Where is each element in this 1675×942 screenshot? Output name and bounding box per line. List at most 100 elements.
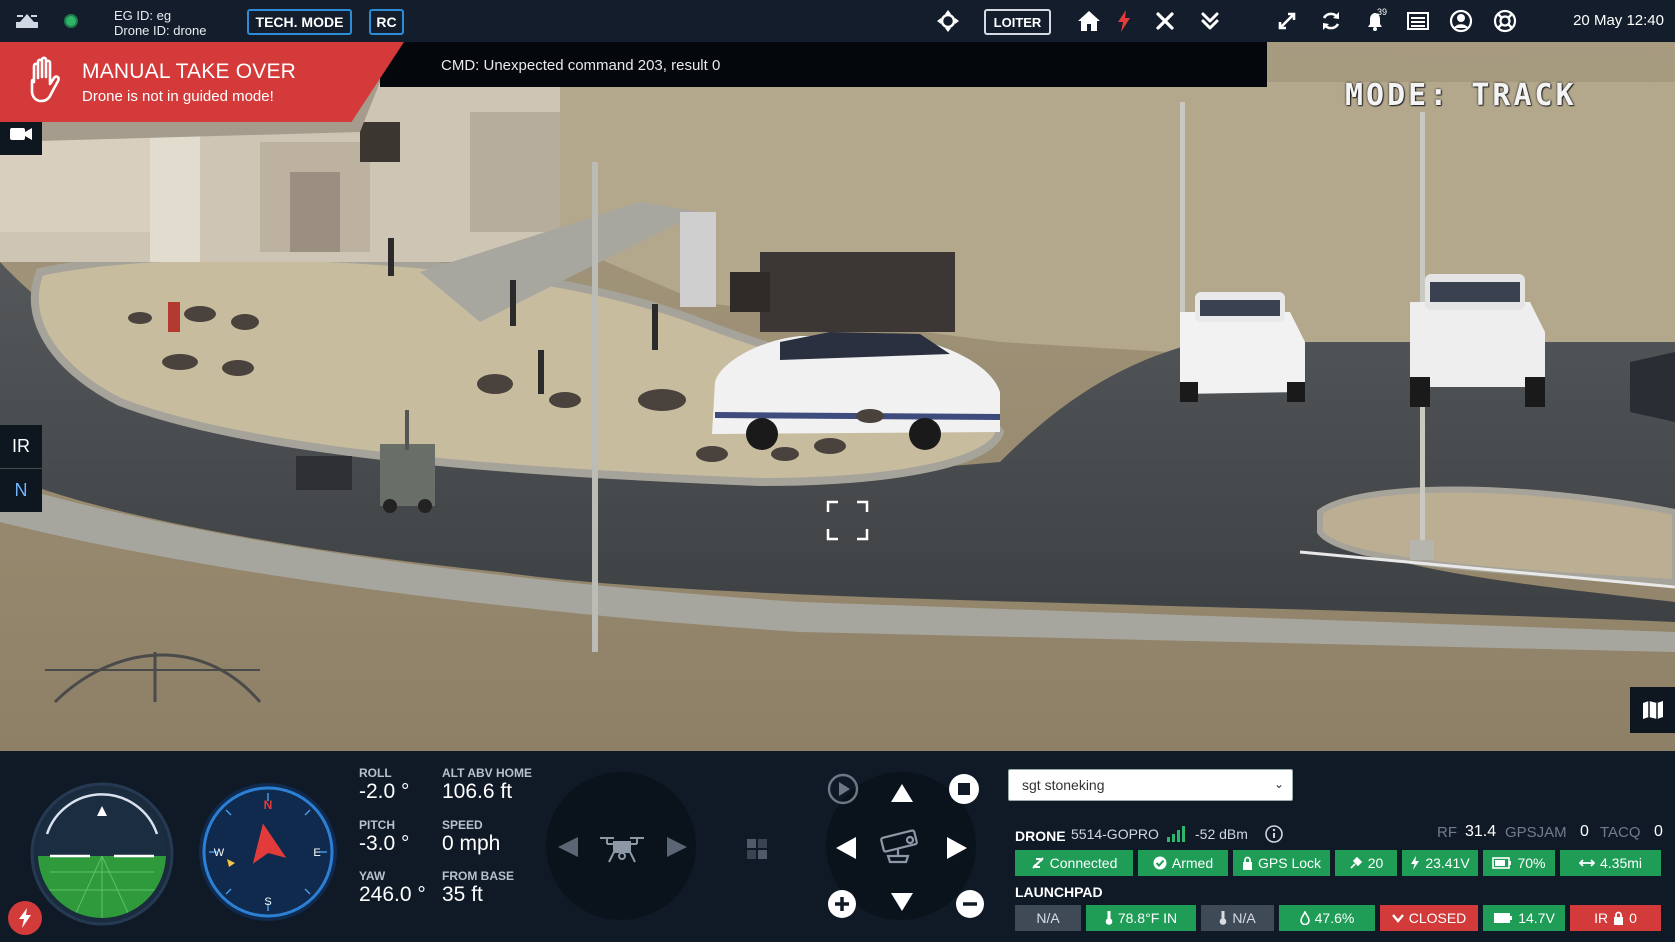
signal-dbm: -52 dBm	[1195, 826, 1248, 842]
mode-track-overlay: MODE: TRACK	[1345, 78, 1577, 113]
compass: N E S W	[199, 783, 337, 921]
gpsjam-value: 0	[1580, 823, 1589, 840]
launchpad-state-text: CLOSED	[1408, 910, 1467, 926]
gimbal-camera-icon	[880, 829, 918, 864]
drone-identity: EG ID: eg Drone ID: drone	[114, 8, 207, 38]
messages-button[interactable]	[1405, 9, 1431, 33]
distance-text: 4.35mi	[1599, 855, 1643, 871]
ir-toggle-button[interactable]: IR	[0, 425, 42, 468]
tacq-value: 0	[1654, 823, 1663, 840]
move-arrows-icon	[937, 10, 959, 32]
video-feed[interactable]: MODE: TRACK IR N	[0, 42, 1675, 751]
arrow-left-icon	[558, 837, 578, 857]
signal-strength-icon	[1167, 826, 1185, 842]
arrow-right-icon	[667, 837, 687, 857]
close-icon	[1156, 12, 1174, 30]
distance-arrows-icon	[1578, 859, 1595, 867]
top-bar: EG ID: eg Drone ID: drone TECH. MODE RC …	[0, 0, 1675, 42]
loiter-button[interactable]: LOITER	[984, 9, 1051, 35]
stop-button[interactable]	[948, 773, 980, 805]
user-icon	[1449, 9, 1473, 33]
battery-icon	[1492, 857, 1512, 869]
command-status-text: CMD: Unexpected command 203, result 0	[441, 57, 721, 74]
from-base-value: 35 ft	[442, 883, 483, 906]
hand-stop-icon	[30, 56, 60, 103]
link-icon	[1031, 857, 1044, 869]
drone-label: DRONE	[1015, 828, 1066, 844]
drone-voltage-text: 23.41V	[1425, 855, 1470, 871]
gimbal-down-button[interactable]	[889, 891, 915, 913]
check-circle-icon	[1153, 856, 1167, 870]
compass-e-label: E	[313, 847, 320, 859]
arrow-right-icon	[947, 837, 967, 859]
from-base-label: FROM BASE	[442, 869, 514, 883]
gimbal-left-button[interactable]	[834, 835, 858, 861]
battery-icon	[1494, 913, 1513, 923]
yaw-right-button[interactable]	[665, 835, 689, 859]
operator-select[interactable]: sgt stoneking ⌄	[1008, 769, 1293, 801]
yaw-left-button[interactable]	[556, 835, 580, 859]
grid-icon	[747, 839, 767, 859]
compass-s-label: S	[264, 896, 271, 908]
cancel-button[interactable]	[1152, 9, 1178, 33]
speed-label: SPEED	[442, 818, 483, 832]
list-icon	[1407, 12, 1429, 30]
launchpad-temp-text: 78.8°F IN	[1117, 910, 1178, 926]
fullscreen-button[interactable]	[1274, 9, 1300, 33]
rc-button[interactable]: RC	[369, 9, 404, 35]
thermometer-icon	[1220, 911, 1227, 925]
drone-icon	[600, 837, 644, 863]
record-play-button[interactable]	[826, 772, 860, 806]
land-button[interactable]	[1197, 9, 1223, 33]
grid-toggle-button[interactable]	[746, 838, 768, 860]
launchpad-na-text: N/A	[1036, 910, 1060, 926]
satellites-text: 20	[1367, 855, 1384, 871]
tracking-target-box[interactable]	[826, 500, 869, 541]
launchpad-voltage-text: 14.7V	[1518, 910, 1555, 926]
zoom-out-button[interactable]	[955, 889, 985, 919]
map-toggle-button[interactable]	[1630, 687, 1675, 733]
chevron-down-icon: ⌄	[1273, 777, 1284, 791]
user-profile-button[interactable]	[1448, 9, 1474, 33]
launchpad-humidity-text: 47.6%	[1314, 910, 1355, 926]
chevron-down-icon	[1391, 914, 1404, 923]
launchpad-ir-label: IR	[1594, 910, 1609, 926]
gimbal-right-button[interactable]	[945, 835, 969, 861]
return-home-button[interactable]	[1076, 9, 1102, 33]
power-status-button[interactable]	[1111, 9, 1137, 33]
lightning-bolt-icon	[19, 908, 31, 928]
satellites-badge: 20	[1335, 850, 1397, 876]
lightning-bolt-icon	[1118, 10, 1130, 32]
launchpad-voltage-badge: 14.7V	[1483, 905, 1565, 931]
refresh-button[interactable]	[1318, 9, 1344, 33]
info-button[interactable]	[1265, 825, 1283, 843]
notifications-button[interactable]: 39	[1362, 7, 1388, 33]
notification-count: 39	[1377, 7, 1388, 17]
eg-id-text: EG ID: eg	[114, 8, 172, 23]
compass-n-label: N	[264, 798, 273, 812]
chevron-double-down-icon	[1201, 12, 1219, 30]
gimbal-up-button[interactable]	[889, 782, 915, 804]
help-button[interactable]	[1492, 9, 1518, 33]
map-icon	[1642, 701, 1663, 719]
zoom-in-button[interactable]	[827, 889, 857, 919]
lifebuoy-icon	[1493, 9, 1517, 33]
armed-badge: Armed	[1138, 850, 1228, 876]
launchpad-temp2-badge: N/A	[1201, 905, 1274, 931]
stop-icon	[958, 783, 970, 795]
gps-lock-text: GPS Lock	[1257, 855, 1322, 871]
tech-mode-button[interactable]: TECH. MODE	[247, 9, 352, 35]
manual-takeover-title: MANUAL TAKE OVER	[82, 60, 297, 83]
north-toggle-button[interactable]: N	[0, 469, 42, 512]
gps-lock-badge: GPS Lock	[1233, 850, 1330, 876]
launchpad-na-badge: N/A	[1015, 905, 1081, 931]
move-button[interactable]	[935, 9, 961, 33]
connected-text: Connected	[1049, 855, 1118, 871]
launchpad-state-badge: CLOSED	[1380, 905, 1478, 931]
app-logo-icon[interactable]	[14, 10, 40, 32]
power-action-button[interactable]	[8, 901, 42, 935]
connected-badge: Connected	[1015, 850, 1133, 876]
pitch-value: -3.0 °	[359, 832, 410, 855]
arrow-up-icon	[891, 784, 913, 802]
date-time: 20 May 12:40	[1573, 12, 1664, 29]
